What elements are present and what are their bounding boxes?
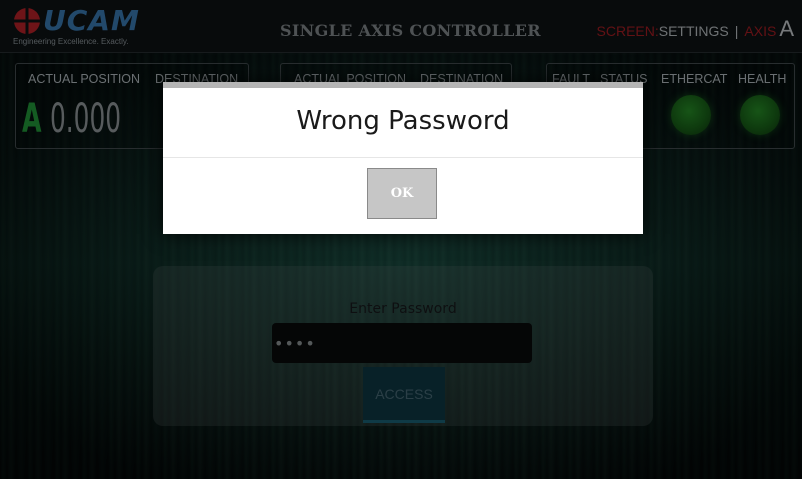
modal-overlay <box>0 0 802 479</box>
error-dialog: Wrong Password OK <box>163 82 643 234</box>
dialog-title: Wrong Password <box>296 106 510 136</box>
ok-button[interactable]: OK <box>367 168 437 219</box>
dialog-divider <box>163 157 643 158</box>
